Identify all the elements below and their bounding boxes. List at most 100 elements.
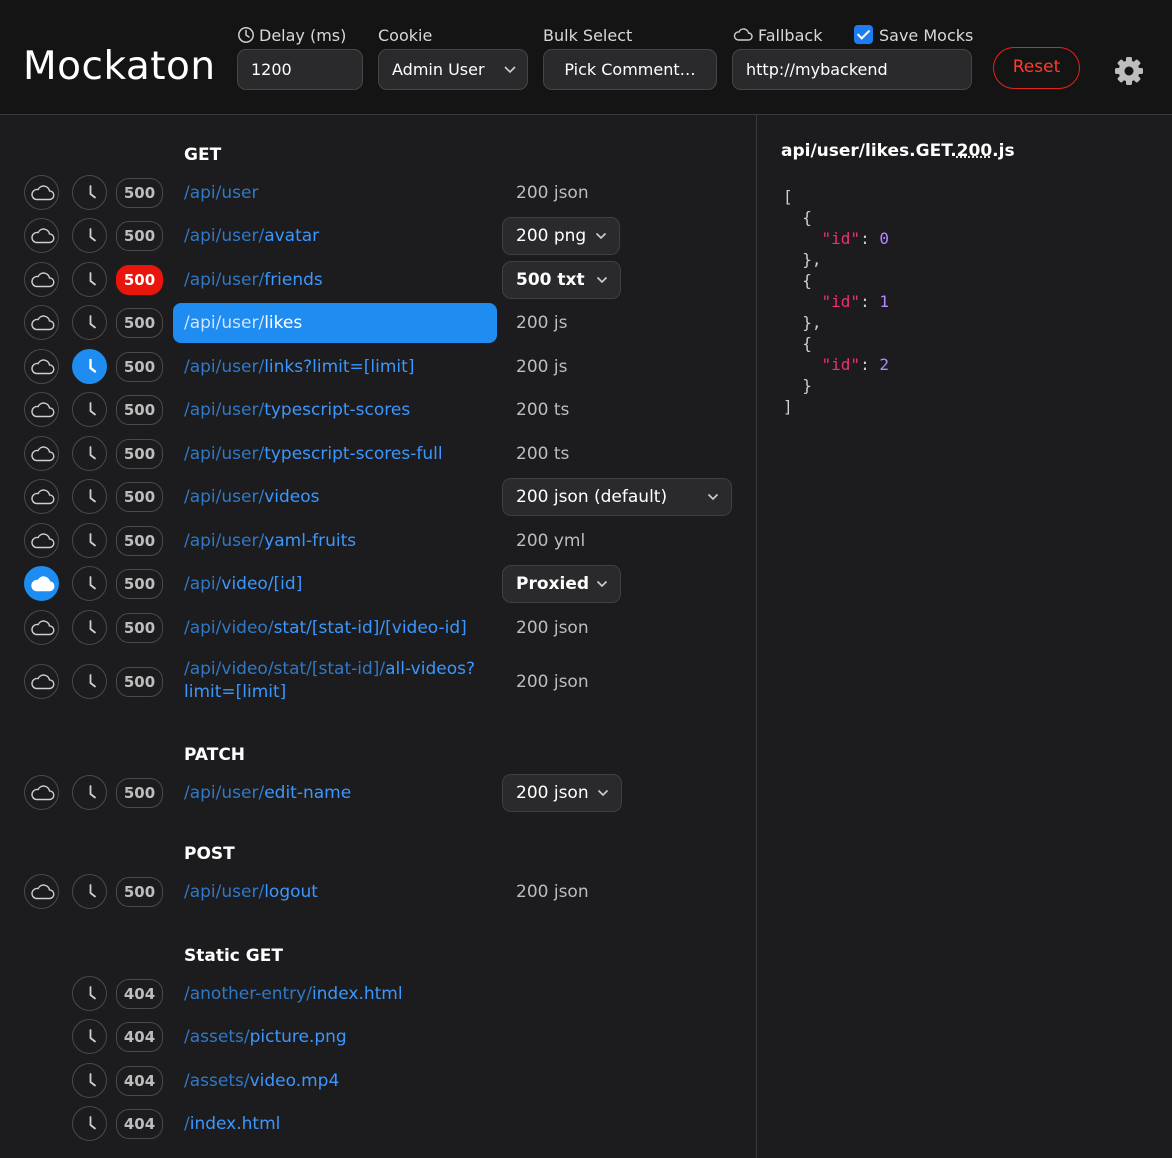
proxy-toggle-button[interactable] <box>24 775 59 810</box>
route-link[interactable]: /api/user/friends <box>173 260 497 300</box>
mock-label: 200 json <box>516 672 589 692</box>
proxy-toggle-button[interactable] <box>24 874 59 909</box>
mock-label: 200 yml <box>516 531 586 551</box>
route-link[interactable]: /api/video/[id] <box>173 564 497 604</box>
mock-select[interactable]: 200 json <box>502 774 622 812</box>
proxy-toggle-button[interactable] <box>24 305 59 340</box>
route-link[interactable]: /assets/picture.png <box>173 1017 497 1057</box>
route-link[interactable]: /index.html <box>173 1104 497 1144</box>
route-link[interactable]: /api/user <box>173 173 497 213</box>
proxy-toggle-button[interactable] <box>24 218 59 253</box>
route-link[interactable]: /api/video/stat/[stat-id]/all-videos?lim… <box>173 658 497 706</box>
proxy-toggle-button[interactable] <box>24 349 59 384</box>
route-link[interactable]: /api/user/likes <box>173 303 497 343</box>
delay-toggle-button[interactable] <box>72 436 107 471</box>
delay-toggle-button[interactable] <box>72 305 107 340</box>
mock-label: 200 json <box>516 618 589 638</box>
fallback-label: Fallback <box>732 26 822 46</box>
chevron-down-icon <box>597 775 609 824</box>
not-found-toggle-button[interactable]: 404 <box>116 1022 163 1052</box>
mock-select[interactable]: 200 png <box>502 217 620 255</box>
route-link[interactable]: /api/user/yaml-fruits <box>173 521 497 561</box>
delay-toggle-button[interactable] <box>72 175 107 210</box>
save-mocks-toggle[interactable]: Save Mocks <box>854 25 973 46</box>
route-link[interactable]: /api/user/logout <box>173 872 497 912</box>
delay-toggle-button[interactable] <box>72 1106 107 1141</box>
error-toggle-button[interactable]: 500 <box>116 308 163 338</box>
error-toggle-button[interactable]: 500 <box>116 395 163 425</box>
chevron-down-icon <box>503 50 517 103</box>
delay-toggle-button[interactable] <box>72 610 107 645</box>
mock-select[interactable]: 500 txt <box>502 261 621 299</box>
section-title-post: POST <box>184 844 235 864</box>
mock-label: 200 json <box>516 183 589 203</box>
route-link[interactable]: /api/user/edit-name <box>173 773 497 813</box>
chevron-down-icon <box>596 262 608 311</box>
route-link[interactable]: /api/user/avatar <box>173 216 497 256</box>
fallback-input[interactable]: http://mybackend <box>732 49 972 90</box>
proxy-toggle-button[interactable] <box>24 479 59 514</box>
delay-toggle-button[interactable] <box>72 566 107 601</box>
mock-label: 200 ts <box>516 400 570 420</box>
delay-toggle-button[interactable] <box>72 523 107 558</box>
error-toggle-button[interactable]: 500 <box>116 178 163 208</box>
not-found-toggle-button[interactable]: 404 <box>116 979 163 1009</box>
error-toggle-button[interactable]: 500 <box>116 439 163 469</box>
delay-label: Delay (ms) <box>237 26 346 46</box>
mock-label: 200 js <box>516 357 568 377</box>
header-bar: Mockaton Delay (ms) 1200 Cookie Admin Us… <box>0 0 1172 115</box>
section-title-patch: PATCH <box>184 745 246 765</box>
proxy-toggle-button[interactable] <box>24 523 59 558</box>
route-link[interactable]: /api/user/typescript-scores <box>173 390 497 430</box>
delay-input[interactable]: 1200 <box>237 49 363 90</box>
error-toggle-button[interactable]: 500 <box>116 526 163 556</box>
chevron-down-icon <box>707 479 719 528</box>
proxy-toggle-button[interactable] <box>24 436 59 471</box>
route-link[interactable]: /api/user/links?limit=[limit] <box>173 347 497 387</box>
delay-toggle-button[interactable] <box>72 262 107 297</box>
delay-toggle-button[interactable] <box>72 976 107 1011</box>
delay-toggle-button[interactable] <box>72 349 107 384</box>
proxy-toggle-button[interactable] <box>24 262 59 297</box>
route-link[interactable]: /api/user/typescript-scores-full <box>173 434 497 474</box>
proxy-toggle-button[interactable] <box>24 610 59 645</box>
error-toggle-button[interactable]: 500 <box>116 569 163 599</box>
chevron-down-icon <box>595 218 607 267</box>
preview-status-code: 200 <box>956 141 993 161</box>
delay-toggle-button[interactable] <box>72 874 107 909</box>
mock-select[interactable]: Proxied <box>502 565 621 603</box>
delay-toggle-button[interactable] <box>72 392 107 427</box>
mock-select[interactable]: 200 json (default) <box>502 478 732 516</box>
proxy-toggle-button[interactable] <box>24 392 59 427</box>
delay-toggle-button[interactable] <box>72 479 107 514</box>
error-toggle-button[interactable]: 500 <box>116 221 163 251</box>
route-link[interactable]: /assets/video.mp4 <box>173 1061 497 1101</box>
reset-button[interactable]: Reset <box>993 47 1080 89</box>
error-toggle-button[interactable]: 500 <box>116 667 163 697</box>
error-toggle-button[interactable]: 500 <box>116 482 163 512</box>
error-toggle-button[interactable]: 500 <box>116 265 163 295</box>
proxy-toggle-button[interactable] <box>24 566 59 601</box>
delay-toggle-button[interactable] <box>72 1063 107 1098</box>
delay-toggle-button[interactable] <box>72 775 107 810</box>
gear-icon[interactable] <box>1113 55 1145 87</box>
not-found-toggle-button[interactable]: 404 <box>116 1066 163 1096</box>
route-link[interactable]: /api/video/stat/[stat-id]/[video-id] <box>173 608 497 648</box>
cookie-select[interactable]: Admin User <box>378 49 528 90</box>
error-toggle-button[interactable]: 500 <box>116 352 163 382</box>
proxy-toggle-button[interactable] <box>24 664 59 699</box>
delay-toggle-button[interactable] <box>72 664 107 699</box>
clock-icon <box>238 27 254 43</box>
delay-toggle-button[interactable] <box>72 218 107 253</box>
save-mocks-checkbox[interactable] <box>854 25 873 44</box>
error-toggle-button[interactable]: 500 <box>116 778 163 808</box>
delay-toggle-button[interactable] <box>72 1019 107 1054</box>
bulk-select[interactable]: Pick Comment… <box>543 49 717 90</box>
route-link[interactable]: /api/user/videos <box>173 477 497 517</box>
proxy-toggle-button[interactable] <box>24 175 59 210</box>
not-found-toggle-button[interactable]: 404 <box>116 1109 163 1139</box>
error-toggle-button[interactable]: 500 <box>116 613 163 643</box>
chevron-down-icon <box>596 566 608 615</box>
error-toggle-button[interactable]: 500 <box>116 877 163 907</box>
route-link[interactable]: /another-entry/index.html <box>173 974 497 1014</box>
